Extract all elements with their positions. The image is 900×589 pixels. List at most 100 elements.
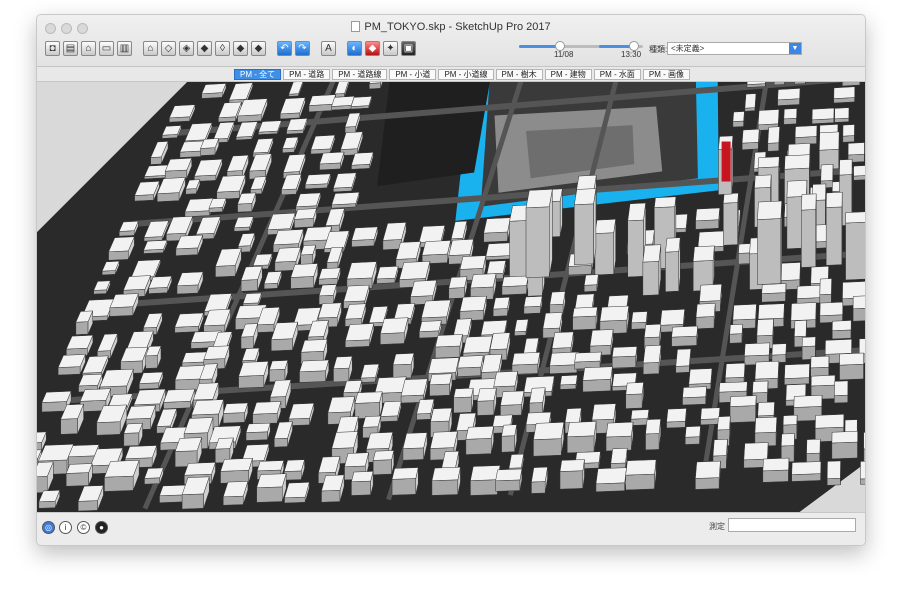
building-roof bbox=[566, 421, 597, 438]
city-model-render[interactable] bbox=[37, 82, 866, 514]
building-roof bbox=[784, 363, 810, 379]
building-face bbox=[791, 473, 821, 482]
scene-tab[interactable]: PM - 水面 bbox=[593, 69, 641, 80]
save-icon[interactable]: ▭ bbox=[99, 41, 114, 56]
building-roof bbox=[495, 468, 523, 482]
ruby-icon[interactable]: ◆ bbox=[365, 41, 380, 56]
building-roof bbox=[457, 355, 484, 369]
building-roof bbox=[642, 244, 662, 263]
building-roof bbox=[453, 387, 474, 398]
building-face bbox=[845, 221, 865, 281]
shadow-icon[interactable]: ◐ bbox=[347, 41, 362, 56]
geolocation-icon[interactable]: ◎ bbox=[42, 521, 55, 534]
scene-type-select[interactable]: <未定義> ▼ bbox=[667, 42, 802, 55]
building-roof bbox=[695, 303, 716, 318]
building-roof bbox=[222, 402, 249, 414]
scene-type-label: 種類: bbox=[649, 45, 668, 54]
scene-tab[interactable]: PM - 画像 bbox=[642, 69, 690, 80]
scene-tab[interactable]: PM - 小道 bbox=[389, 69, 437, 80]
left-view-icon[interactable]: ◆ bbox=[251, 41, 266, 56]
building-face bbox=[65, 472, 89, 487]
building-face bbox=[477, 400, 495, 416]
building-face bbox=[842, 135, 855, 143]
building-roof bbox=[819, 278, 832, 295]
building-roof bbox=[692, 245, 715, 262]
scene-tab[interactable]: PM - 道路線 bbox=[332, 69, 388, 80]
print-icon[interactable]: ▥ bbox=[117, 41, 132, 56]
building-roof bbox=[810, 374, 836, 387]
building-roof bbox=[757, 200, 783, 220]
building-face bbox=[839, 363, 864, 381]
building-face bbox=[123, 432, 140, 447]
credits-icon[interactable]: © bbox=[77, 521, 90, 534]
building-roof bbox=[41, 390, 72, 403]
front-view-icon[interactable]: ◆ bbox=[197, 41, 212, 56]
building-roof bbox=[796, 284, 821, 299]
building-face bbox=[299, 370, 326, 383]
house-view-icon[interactable]: ⌂ bbox=[143, 41, 158, 56]
iso-view-icon[interactable]: ◇ bbox=[161, 41, 176, 56]
main-toolbar: ◘ ▤ ⌂ ▭ ▥ ⌂ ◇ ◈ ◆ ◊ ◆ ◆ ↶ ↷ A ◐ ◆ ✦ ▣ bbox=[45, 41, 416, 61]
building-roof bbox=[853, 165, 865, 177]
extension-icon[interactable]: ✦ bbox=[383, 41, 398, 56]
building-roof bbox=[732, 303, 757, 321]
scene-tab[interactable]: PM - 全て bbox=[234, 69, 282, 80]
building-roof bbox=[459, 295, 487, 312]
back-view-icon[interactable]: ◆ bbox=[233, 41, 248, 56]
building-roof bbox=[542, 312, 563, 330]
building-roof bbox=[299, 359, 330, 373]
building-roof bbox=[697, 230, 726, 248]
building-roof bbox=[327, 396, 356, 414]
redo-icon[interactable]: ↷ bbox=[295, 41, 310, 56]
top-view-icon[interactable]: ◈ bbox=[179, 41, 194, 56]
home-icon[interactable]: ⌂ bbox=[81, 41, 96, 56]
building-face bbox=[38, 500, 56, 509]
building-face bbox=[372, 459, 392, 476]
building-roof bbox=[508, 453, 524, 469]
measurements-input[interactable] bbox=[728, 518, 856, 532]
building-roof bbox=[732, 111, 745, 122]
building-roof bbox=[859, 338, 865, 355]
building-roof bbox=[511, 352, 541, 366]
building-roof bbox=[743, 442, 769, 461]
building-roof bbox=[825, 191, 843, 208]
scene-tab[interactable]: PM - 小道線 bbox=[438, 69, 494, 80]
date-slider[interactable] bbox=[519, 41, 609, 51]
text-icon[interactable]: A bbox=[321, 41, 336, 56]
undo-icon[interactable]: ↶ bbox=[277, 41, 292, 56]
user-icon[interactable]: ● bbox=[95, 521, 108, 534]
chevron-down-icon[interactable]: ▼ bbox=[789, 43, 801, 54]
building-roof bbox=[757, 401, 775, 417]
time-slider[interactable] bbox=[599, 41, 643, 51]
window-title: PM_TOKYO.skp - SketchUp Pro 2017 bbox=[37, 21, 865, 33]
building-face bbox=[525, 206, 550, 279]
building-face bbox=[852, 308, 865, 322]
info-icon[interactable]: i bbox=[59, 521, 72, 534]
camera-icon[interactable]: ◘ bbox=[45, 41, 60, 56]
building-roof bbox=[717, 416, 731, 431]
layout-icon[interactable]: ▣ bbox=[401, 41, 416, 56]
building-roof bbox=[611, 346, 638, 358]
right-view-icon[interactable]: ◊ bbox=[215, 41, 230, 56]
building-roof bbox=[834, 380, 849, 396]
building-face bbox=[240, 336, 254, 349]
building-face bbox=[625, 393, 643, 409]
scene-tab[interactable]: PM - 樹木 bbox=[495, 69, 543, 80]
building-face bbox=[145, 355, 158, 369]
building-roof bbox=[852, 295, 865, 310]
building-face bbox=[176, 284, 199, 295]
building-face bbox=[138, 382, 160, 390]
scene-tab[interactable]: PM - 道路 bbox=[283, 69, 331, 80]
building-roof bbox=[529, 387, 546, 404]
building-roof bbox=[842, 124, 855, 137]
building-roof bbox=[308, 94, 337, 106]
building-face bbox=[500, 404, 522, 417]
scene-tab[interactable]: PM - 建物 bbox=[544, 69, 592, 80]
building-roof bbox=[559, 459, 585, 472]
book-icon[interactable]: ▤ bbox=[63, 41, 78, 56]
building-face bbox=[642, 261, 660, 296]
model-viewport[interactable] bbox=[37, 82, 866, 514]
building-roof bbox=[431, 466, 461, 482]
building-face bbox=[431, 479, 459, 496]
building-roof bbox=[847, 142, 865, 156]
